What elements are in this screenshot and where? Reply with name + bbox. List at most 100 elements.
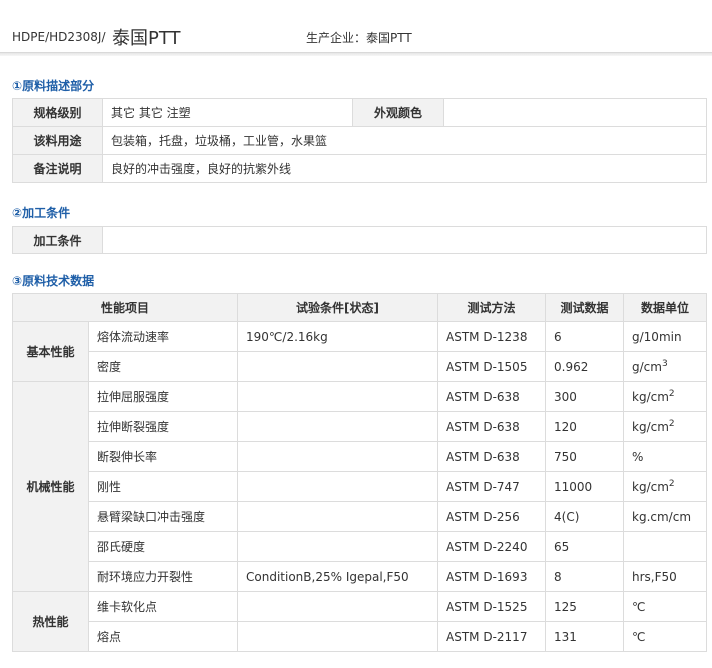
table-row: 基本性能 熔体流动速率 190℃/2.16kg ASTM D-1238 6 g/… <box>12 321 708 382</box>
value-cell: 6 <box>545 321 625 352</box>
unit-exponent: 3 <box>661 359 668 369</box>
item-cell: 密度 <box>87 351 239 382</box>
table-header-row: 性能项目 试验条件[状态] 测试方法 测试数据 数据单位 <box>11 293 708 322</box>
condition-cell <box>237 411 439 442</box>
notes-value: 良好的冲击强度，良好的抗紫外线 <box>102 154 707 183</box>
table-row: 耐环境应力开裂性 ConditionB,25% Igepal,F50 ASTM … <box>13 561 708 592</box>
unit-cell: kg/cm2 <box>623 471 708 502</box>
value-cell: 120 <box>545 411 625 442</box>
value-cell: 300 <box>545 381 625 412</box>
unit-cell: kg/cm2 <box>623 381 708 412</box>
group-thermal: 热性能 <box>12 591 89 652</box>
table-row: 该料用途 包装箱，托盘，垃圾桶，工业管，水果篮 <box>12 126 707 155</box>
item-cell: 熔体流动速率 <box>87 321 239 352</box>
page-header: HDPE/HD2308J/ 泰国PTT 生产企业：泰国PTT <box>0 0 712 58</box>
table-row: 热性能 维卡软化点 ASTM D-1525 125 ℃ <box>12 591 708 652</box>
method-cell: ASTM D-638 <box>437 411 547 442</box>
table-row: 加工条件 <box>12 226 707 254</box>
condition-cell <box>237 471 439 502</box>
unit-cell: ℃ <box>623 591 708 622</box>
table-row: 密度 ASTM D-1505 0.962 g/cm3 <box>13 351 708 382</box>
value-cell: 0.962 <box>545 351 625 382</box>
method-cell: ASTM D-1693 <box>437 561 547 592</box>
product-code: HDPE/HD2308J/ <box>12 30 106 44</box>
method-cell: ASTM D-1505 <box>437 351 547 382</box>
unit-cell: g/cm3 <box>623 351 708 382</box>
unit-text: g/cm <box>632 360 662 374</box>
item-cell: 悬臂梁缺口冲击强度 <box>87 501 239 532</box>
column-header-condition: 试验条件[状态] <box>237 293 439 322</box>
brand-name: 泰国PTT <box>112 28 181 49</box>
unit-text: % <box>632 450 644 464</box>
unit-cell: kg.cm/cm <box>623 501 708 532</box>
condition-cell <box>237 591 439 622</box>
table-row: 规格级别 其它 其它 注塑 外观颜色 <box>12 98 707 127</box>
grade-value: 其它 其它 注塑 <box>102 98 353 127</box>
notes-label: 备注说明 <box>12 154 103 183</box>
unit-text: ℃ <box>632 600 646 614</box>
grade-label: 规格级别 <box>12 98 103 127</box>
method-cell: ASTM D-256 <box>437 501 547 532</box>
section-title-description: ①原料描述部分 <box>12 79 95 93</box>
method-cell: ASTM D-638 <box>437 441 547 472</box>
condition-cell <box>237 351 439 382</box>
value-cell: 750 <box>545 441 625 472</box>
value-cell: 65 <box>545 531 625 562</box>
section-title-technical: ③原料技术数据 <box>12 274 95 288</box>
unit-cell: % <box>623 441 708 472</box>
table-row: 悬臂梁缺口冲击强度 ASTM D-256 4(C) kg.cm/cm <box>13 501 708 532</box>
item-cell: 维卡软化点 <box>87 591 239 622</box>
table-row: 刚性 ASTM D-747 11000 kg/cm2 <box>13 471 708 502</box>
column-header-item: 性能项目 <box>11 293 239 322</box>
group-basic: 基本性能 <box>12 321 89 382</box>
unit-text: kg.cm/cm <box>632 510 692 524</box>
usage-value: 包装箱，托盘，垃圾桶，工业管，水果篮 <box>102 126 707 155</box>
table-row: 备注说明 良好的冲击强度，良好的抗紫外线 <box>12 154 707 183</box>
item-cell: 刚性 <box>87 471 239 502</box>
condition-cell <box>237 531 439 562</box>
unit-text: kg/cm <box>632 390 669 404</box>
table-row: 邵氏硬度 ASTM D-2240 65 <box>13 531 708 562</box>
method-cell: ASTM D-1238 <box>437 321 547 352</box>
appearance-value <box>443 98 707 127</box>
processing-value <box>102 226 707 254</box>
method-cell: ASTM D-2240 <box>437 531 547 562</box>
column-header-value: 测试数据 <box>545 293 625 322</box>
item-cell: 拉伸屈服强度 <box>87 381 239 412</box>
unit-cell: ℃ <box>623 621 708 652</box>
unit-cell <box>623 531 708 562</box>
unit-text: kg/cm <box>632 420 669 434</box>
condition-cell: 190℃/2.16kg <box>237 321 439 352</box>
group-mechanical: 机械性能 <box>12 381 89 592</box>
column-header-method: 测试方法 <box>437 293 547 322</box>
method-cell: ASTM D-1525 <box>437 591 547 622</box>
value-cell: 125 <box>545 591 625 622</box>
method-cell: ASTM D-2117 <box>437 621 547 652</box>
table-row: 拉伸断裂强度 ASTM D-638 120 kg/cm2 <box>13 411 708 442</box>
condition-cell <box>237 501 439 532</box>
producer-info: 生产企业：泰国PTT <box>306 31 412 45</box>
unit-cell: hrs,F50 <box>623 561 708 592</box>
value-cell: 4(C) <box>545 501 625 532</box>
value-cell: 8 <box>545 561 625 592</box>
table-row: 断裂伸长率 ASTM D-638 750 % <box>13 441 708 472</box>
processing-table: 加工条件 <box>12 226 707 254</box>
description-table: 规格级别 其它 其它 注塑 外观颜色 该料用途 包装箱，托盘，垃圾桶，工业管，水… <box>12 98 707 183</box>
column-header-unit: 数据单位 <box>623 293 708 322</box>
unit-text: hrs,F50 <box>632 570 677 584</box>
condition-cell <box>237 621 439 652</box>
method-cell: ASTM D-638 <box>437 381 547 412</box>
item-cell: 拉伸断裂强度 <box>87 411 239 442</box>
unit-cell: kg/cm2 <box>623 411 708 442</box>
unit-text: kg/cm <box>632 480 669 494</box>
unit-text: ℃ <box>632 630 646 644</box>
value-cell: 11000 <box>545 471 625 502</box>
appearance-label: 外观颜色 <box>352 98 444 127</box>
value-cell: 131 <box>545 621 625 652</box>
condition-cell <box>237 441 439 472</box>
usage-label: 该料用途 <box>12 126 103 155</box>
item-cell: 熔点 <box>87 621 239 652</box>
unit-exponent: 2 <box>668 389 675 399</box>
technical-data-table: 性能项目 试验条件[状态] 测试方法 测试数据 数据单位 基本性能 熔体流动速率… <box>11 293 708 652</box>
header-divider <box>0 52 712 56</box>
